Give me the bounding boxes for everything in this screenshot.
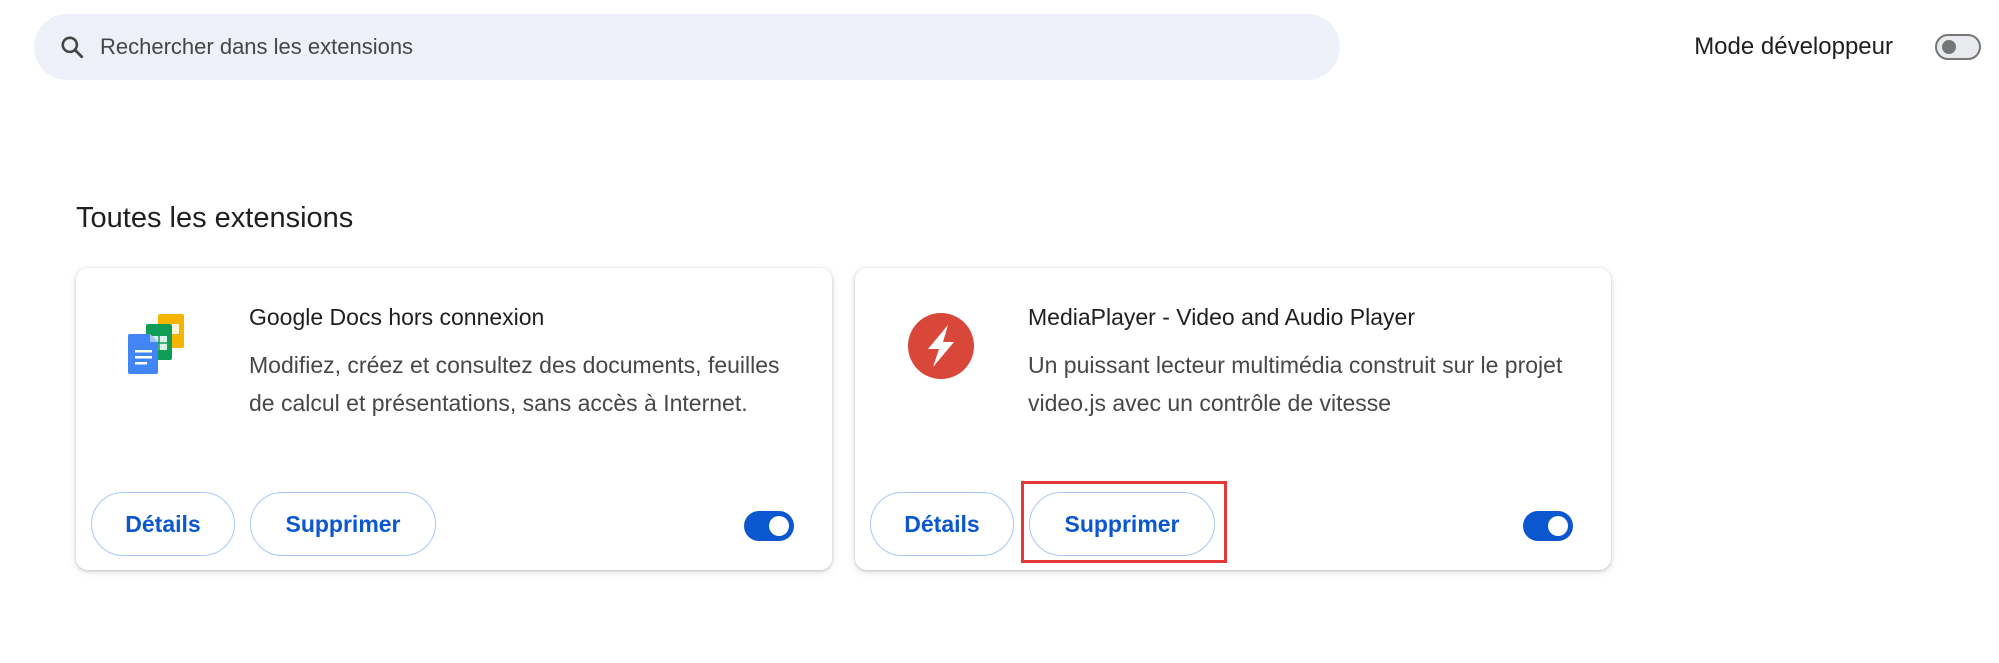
extensions-page: Mode développeur Toutes les extensions — [0, 0, 1999, 663]
extension-enable-toggle[interactable] — [1523, 511, 1573, 541]
toggle-knob — [1942, 40, 1956, 54]
toggle-knob — [769, 516, 789, 536]
section-title: Toutes les extensions — [76, 202, 354, 234]
extension-name: MediaPlayer - Video and Audio Player — [1028, 304, 1415, 330]
details-button[interactable]: Détails — [870, 492, 1014, 556]
extension-description: Modifiez, créez et consultez des documen… — [249, 352, 780, 416]
search-icon — [58, 33, 86, 61]
extension-card-mediaplayer: MediaPlayer - Video and Audio Player Un … — [855, 268, 1611, 570]
extension-name: Google Docs hors connexion — [249, 304, 545, 330]
search-input[interactable] — [100, 27, 1250, 67]
mediaplayer-icon — [905, 310, 977, 382]
remove-button[interactable]: Supprimer — [1029, 492, 1215, 556]
developer-mode-toggle[interactable] — [1935, 34, 1981, 60]
search-bar[interactable] — [34, 14, 1340, 80]
details-button[interactable]: Détails — [91, 492, 235, 556]
extension-enable-toggle[interactable] — [744, 511, 794, 541]
toggle-knob — [1548, 516, 1568, 536]
developer-mode-label: Mode développeur — [1694, 33, 1893, 60]
extension-card-google-docs: Google Docs hors connexion Modifiez, cré… — [76, 268, 832, 570]
developer-mode: Mode développeur — [1694, 27, 1981, 67]
extension-description: Un puissant lecteur multimédia construit… — [1028, 352, 1563, 416]
google-docs-offline-icon — [126, 310, 198, 382]
remove-button[interactable]: Supprimer — [250, 492, 436, 556]
